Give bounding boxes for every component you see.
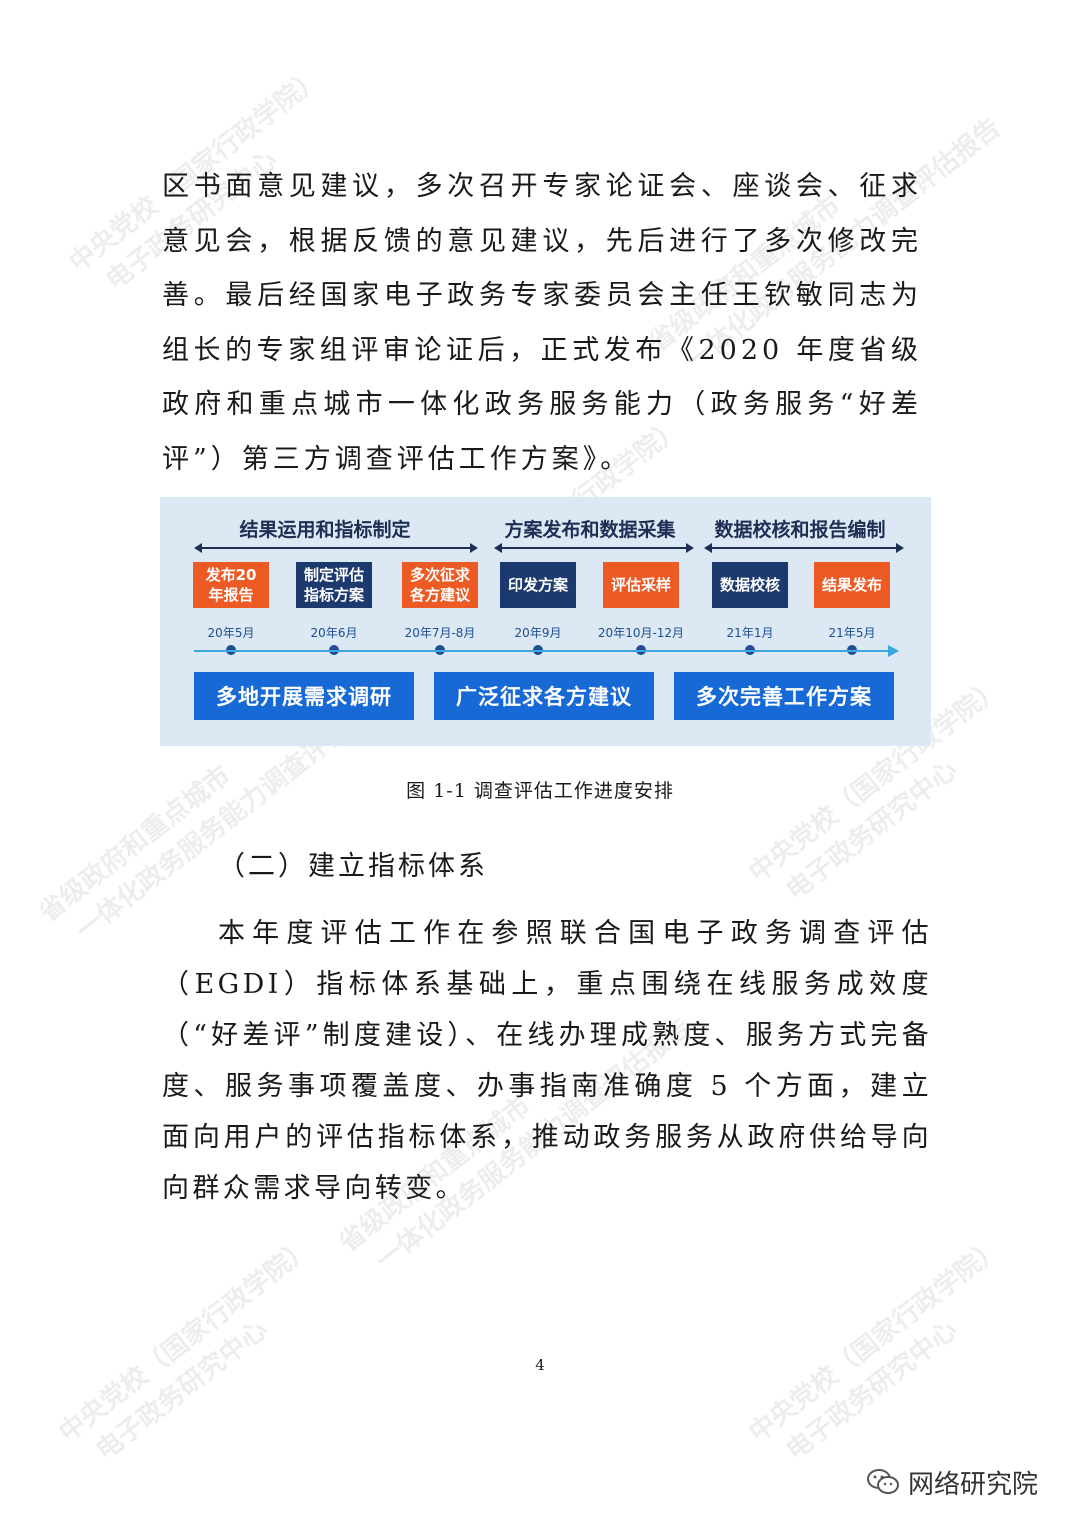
phase-span-arrow xyxy=(194,543,478,553)
figure-caption: 图 1-1 调查评估工作进度安排 xyxy=(406,780,674,802)
timeline-arrow xyxy=(194,645,899,657)
step-box: 印发方案 xyxy=(500,562,576,608)
phase-label: 结果运用和指标制定 xyxy=(239,519,411,541)
bottom-box: 多地开展需求调研 xyxy=(194,672,414,720)
step-date: 21年5月 xyxy=(828,626,876,640)
phase-label: 数据校核和报告编制 xyxy=(714,519,886,541)
step-date: 20年9月 xyxy=(514,626,562,640)
document-page: 中央党校（国家行政学院） 电子政务研究中心 省级政府和重点城市 一体化政务服务能… xyxy=(0,0,1080,1527)
step-date: 20年6月 xyxy=(310,626,358,640)
step-date: 20年7月-8月 xyxy=(404,626,476,640)
bottom-box: 广泛征求各方建议 xyxy=(434,672,654,720)
bottom-box: 多次完善工作方案 xyxy=(674,672,894,720)
phase-label: 方案发布和数据采集 xyxy=(504,519,676,541)
step-box: 评估采样 xyxy=(603,562,679,608)
step-box: 数据校核 xyxy=(712,562,788,608)
step-box: 发布20 年报告 xyxy=(193,562,269,608)
wechat-icon xyxy=(867,1469,899,1494)
account-name: 网络研究院 xyxy=(908,1469,1039,1500)
schedule-figure: 结果运用和指标制定 方案发布和数据采集 数据校核和报告编制 发布20 年报告 20年… xyxy=(160,497,931,746)
body-paragraph: 本年度评估工作在参照联合国电子政务调查评估（EGDI）指标体系基础上，重点围绕在… xyxy=(162,918,932,1204)
page-number: 4 xyxy=(535,1356,545,1374)
watermark-text: 中央党校（国家行政学院） xyxy=(743,1232,1009,1449)
step-date: 20年10月-12月 xyxy=(597,626,685,640)
step-box: 制定评估 指标方案 xyxy=(296,562,372,608)
wechat-account-badge[interactable]: 网络研究院 xyxy=(866,1462,1038,1502)
body-paragraph: 区书面意见建议，多次召开专家论证会、座谈会、征求意见会，根据反馈的意见建议，先后… xyxy=(162,171,922,475)
step-box: 结果发布 xyxy=(814,562,890,608)
step-date: 20年5月 xyxy=(207,626,255,640)
section-heading: （二）建立指标体系 xyxy=(218,851,488,882)
watermark: 中央党校（国家行政学院） 电子政务研究中心 xyxy=(50,1228,341,1478)
watermark: 中央党校（国家行政学院） 电子政务研究中心 xyxy=(740,1228,1031,1478)
phase-span-arrow xyxy=(494,543,694,553)
step-box: 多次征求 各方建议 xyxy=(402,562,478,608)
phase-span-arrow xyxy=(704,543,904,553)
watermark-text: 中央党校（国家行政学院） xyxy=(53,1232,319,1449)
step-date: 21年1月 xyxy=(726,626,774,640)
